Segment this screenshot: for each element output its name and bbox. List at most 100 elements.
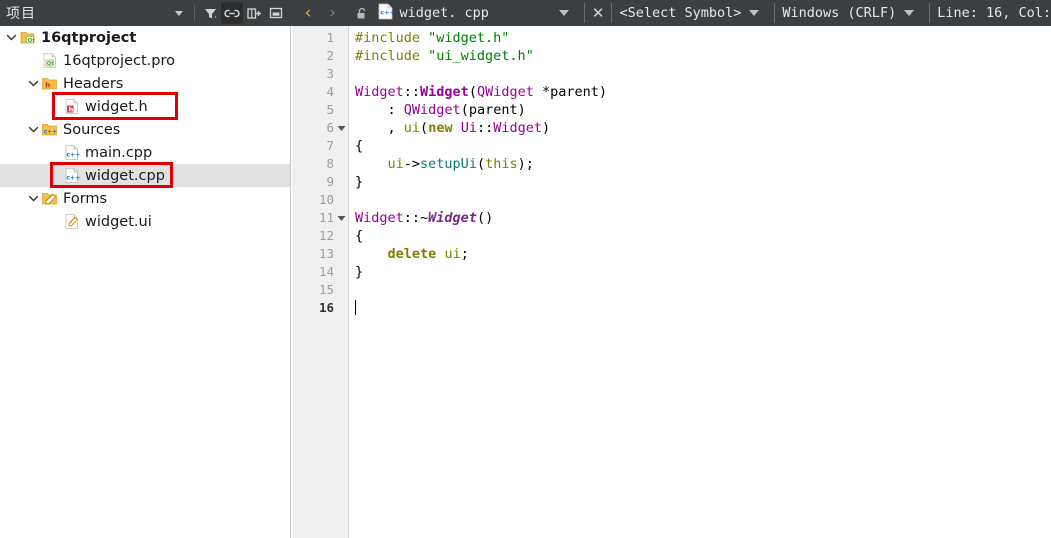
- tree-item-16qtproject[interactable]: Qt 16qtproject: [0, 26, 290, 49]
- close-pane-icon[interactable]: [265, 2, 287, 24]
- forms-folder-icon: [40, 190, 58, 208]
- code-line[interactable]: #include "ui_widget.h": [355, 47, 534, 65]
- code-token: ): [542, 120, 551, 136]
- svg-text:c++: c++: [43, 128, 57, 135]
- project-tree-panel[interactable]: Qt 16qtproject Qt 16qtproject.pro h Headers h w…: [0, 26, 291, 538]
- code-line[interactable]: Widget::Widget(QWidget *parent): [355, 83, 607, 101]
- code-token: :: [355, 102, 404, 118]
- code-token: (parent): [460, 102, 526, 118]
- headers-folder-icon: h: [40, 75, 58, 93]
- code-token: {: [355, 138, 364, 154]
- tree-item-label: widget.h: [85, 98, 148, 115]
- chevron-down-icon[interactable]: [26, 118, 40, 141]
- line-number: 2: [326, 48, 334, 63]
- tree-item-label: Forms: [63, 190, 108, 207]
- split-add-icon[interactable]: [243, 2, 265, 24]
- line-number: 13: [318, 246, 334, 261]
- toolbar-divider: [929, 3, 931, 23]
- cpp-file-icon: c++: [377, 3, 394, 23]
- line-number: 9: [326, 174, 334, 189]
- editor-gutter[interactable]: 1 2 3 4 5 6 7 8 9 10 11 12 13 14 15 16: [292, 26, 349, 538]
- svg-text:Qt: Qt: [46, 61, 53, 67]
- code-line[interactable]: }: [355, 173, 363, 191]
- tree-item-label: 16qtproject: [41, 29, 137, 46]
- code-line[interactable]: [355, 299, 356, 317]
- tree-item-label: widget.ui: [85, 213, 152, 230]
- code-token: );: [517, 156, 534, 172]
- link-icon[interactable]: [221, 2, 243, 24]
- chevron-down-icon[interactable]: [168, 2, 190, 24]
- tree-item-16qtproject-pro[interactable]: Qt 16qtproject.pro: [0, 49, 290, 72]
- unlock-icon[interactable]: [351, 2, 373, 24]
- code-editor[interactable]: 1 2 3 4 5 6 7 8 9 10 11 12 13 14 15 16 #include "widget…: [292, 26, 1051, 538]
- code-token: (): [476, 210, 494, 226]
- line-ending-chevron-down-icon[interactable]: [904, 10, 915, 16]
- code-token: this: [485, 156, 518, 172]
- file-chevron-down-icon[interactable]: [558, 10, 569, 16]
- code-token: Widget: [428, 210, 477, 226]
- code-line[interactable]: {: [355, 137, 363, 155]
- code-line[interactable]: delete ui;: [355, 245, 469, 263]
- symbol-chevron-down-icon[interactable]: [749, 10, 760, 16]
- code-token: ,: [355, 120, 404, 136]
- svg-text:Qt: Qt: [27, 38, 35, 44]
- line-number: 8: [326, 156, 334, 171]
- tree-item-sources[interactable]: c++ Sources: [0, 118, 290, 141]
- current-file-name: widget. cpp: [399, 5, 489, 21]
- code-token: (: [420, 120, 429, 136]
- tree-item-widget-ui[interactable]: widget.ui: [0, 210, 290, 233]
- toolbar-divider: [583, 3, 585, 23]
- chevron-down-icon[interactable]: [26, 187, 40, 210]
- text-cursor: [355, 300, 356, 315]
- line-number: 4: [326, 84, 334, 99]
- qt-project-icon: Qt: [18, 29, 36, 47]
- current-file-chip[interactable]: c++ widget. cpp: [377, 3, 489, 23]
- code-line[interactable]: {: [355, 227, 363, 245]
- chevron-down-icon[interactable]: [26, 72, 40, 95]
- top-toolbar: 项目 ‹ › c++ widget. cpp ✕ <Select Symbol>…: [0, 0, 1051, 26]
- code-line[interactable]: }: [355, 263, 363, 281]
- close-file-button[interactable]: ✕: [592, 5, 605, 21]
- symbol-selector[interactable]: <Select Symbol>: [619, 5, 741, 21]
- code-line[interactable]: #include "widget.h": [355, 29, 509, 47]
- navigate-forward-button[interactable]: ›: [320, 4, 344, 22]
- cpp-file-icon: c++: [62, 167, 80, 185]
- filter-icon[interactable]: [199, 2, 221, 24]
- code-line[interactable]: , ui(new Ui::Widget): [355, 119, 551, 137]
- line-ending-selector[interactable]: Windows (CRLF): [782, 5, 896, 21]
- code-line[interactable]: Widget::~Widget(): [355, 209, 493, 227]
- line-number: 3: [326, 66, 334, 81]
- code-token: ;: [460, 246, 469, 262]
- code-token: ui: [387, 156, 404, 172]
- navigate-back-button[interactable]: ‹: [296, 4, 320, 22]
- chevron-down-icon[interactable]: [4, 26, 18, 49]
- code-line[interactable]: ui->setupUi(this);: [355, 155, 534, 173]
- code-text-area[interactable]: #include "widget.h" #include "ui_widget.h…: [350, 26, 1051, 538]
- tree-item-label: widget.cpp: [85, 167, 165, 184]
- project-pane-title: 项目: [6, 6, 36, 22]
- project-tree: Qt 16qtproject Qt 16qtproject.pro h Headers h w…: [0, 26, 290, 233]
- tree-item-widget-cpp[interactable]: c++ widget.cpp: [0, 164, 290, 187]
- code-token: Ui: [460, 120, 477, 136]
- toolbar-divider: [611, 3, 613, 23]
- fold-toggle-icon[interactable]: [337, 209, 347, 222]
- tree-item-headers[interactable]: h Headers: [0, 72, 290, 95]
- tree-item-label: 16qtproject.pro: [63, 52, 175, 69]
- line-number: 14: [318, 264, 334, 279]
- fold-toggle-icon[interactable]: [337, 119, 347, 132]
- code-token: ::~: [403, 210, 429, 226]
- tree-item-main-cpp[interactable]: c++ main.cpp: [0, 141, 290, 164]
- code-token: (: [468, 84, 477, 100]
- tree-item-label: Sources: [63, 121, 121, 138]
- code-line[interactable]: : QWidget(parent): [355, 101, 526, 119]
- line-number: 1: [326, 30, 334, 45]
- tree-item-widget-h[interactable]: h widget.h: [0, 95, 290, 118]
- code-token: }: [355, 264, 364, 280]
- tree-item-forms[interactable]: Forms: [0, 187, 290, 210]
- code-token: #include: [355, 30, 429, 46]
